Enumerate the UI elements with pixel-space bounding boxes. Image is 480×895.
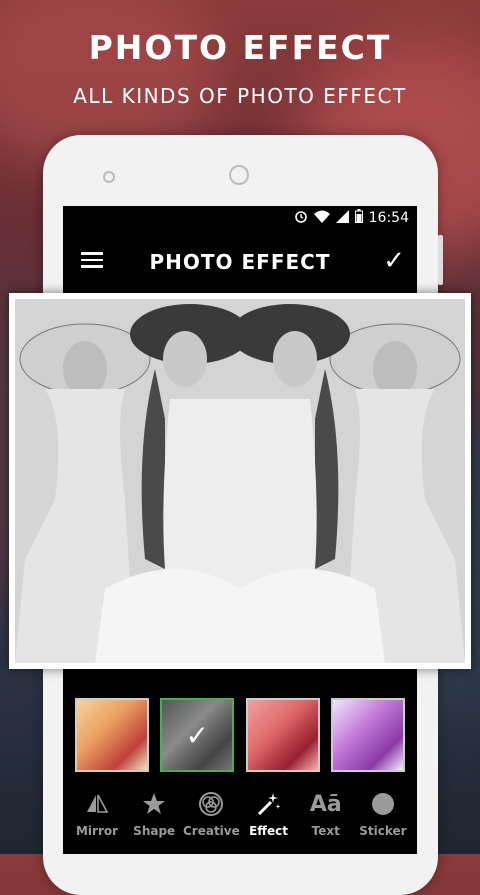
text-icon: Aā bbox=[309, 791, 342, 817]
promo-title: PHOTO EFFECT bbox=[88, 28, 392, 67]
confirm-checkmark-icon[interactable]: ✓ bbox=[383, 246, 405, 276]
tab-shape[interactable]: Shape bbox=[126, 790, 182, 854]
tab-label-effect: Effect bbox=[249, 824, 289, 838]
tab-creative[interactable]: Creative bbox=[182, 790, 240, 854]
sensor-dot bbox=[103, 171, 115, 183]
effect-thumb-grayscale[interactable]: ✓ bbox=[160, 698, 235, 772]
bottom-tab-bar: Mirror Shape Creative Effect Aā Text Sti… bbox=[63, 790, 417, 854]
effect-thumbnails: ✓ bbox=[63, 690, 417, 780]
tab-mirror[interactable]: Mirror bbox=[69, 790, 125, 854]
battery-icon bbox=[354, 209, 363, 227]
mirrored-photo[interactable] bbox=[15, 299, 465, 663]
status-bar: 16:54 bbox=[63, 206, 417, 230]
tab-sticker[interactable]: Sticker bbox=[355, 790, 411, 854]
magic-wand-icon bbox=[256, 790, 282, 818]
alarm-icon bbox=[294, 209, 308, 227]
tab-label-sticker: Sticker bbox=[359, 824, 407, 838]
photo-card bbox=[9, 293, 471, 669]
app-title: PHOTO EFFECT bbox=[149, 250, 331, 274]
tab-effect[interactable]: Effect bbox=[241, 790, 297, 854]
creative-icon bbox=[198, 790, 224, 818]
side-button bbox=[438, 235, 443, 285]
status-time: 16:54 bbox=[368, 210, 409, 226]
front-camera bbox=[229, 165, 249, 185]
effect-thumb-red[interactable] bbox=[245, 698, 320, 772]
wifi-icon bbox=[313, 210, 330, 227]
tab-label-mirror: Mirror bbox=[75, 824, 119, 838]
tab-text[interactable]: Aā Text bbox=[298, 790, 354, 854]
signal-icon bbox=[335, 209, 349, 227]
star-icon bbox=[142, 790, 166, 818]
promo-subtitle: ALL KINDS OF PHOTO EFFECT bbox=[73, 84, 407, 108]
tab-label-creative: Creative bbox=[182, 824, 240, 838]
effect-thumb-purple[interactable] bbox=[330, 698, 405, 772]
tab-label-shape: Shape bbox=[133, 824, 176, 838]
tab-label-text: Text bbox=[311, 824, 340, 838]
effect-thumb-warm[interactable] bbox=[75, 698, 149, 772]
selected-check-icon: ✓ bbox=[185, 718, 210, 752]
sticker-icon bbox=[370, 790, 396, 818]
app-bar: PHOTO EFFECT ✓ bbox=[63, 230, 417, 294]
mirror-icon bbox=[85, 790, 109, 818]
